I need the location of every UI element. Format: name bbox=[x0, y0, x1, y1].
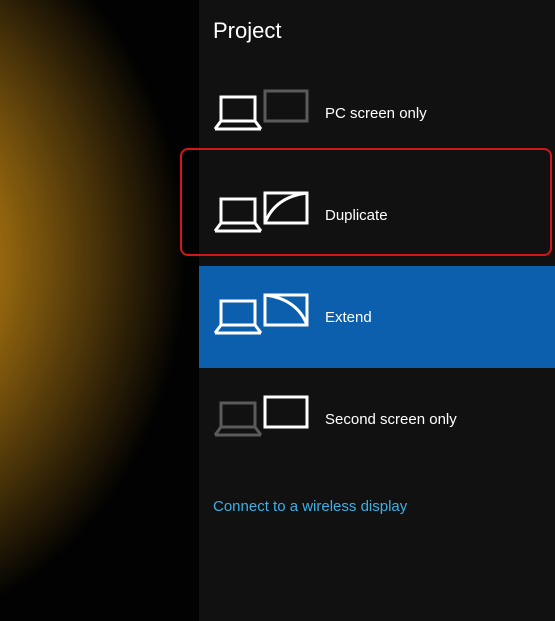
option-label: Duplicate bbox=[325, 207, 388, 224]
option-duplicate[interactable]: Duplicate bbox=[199, 164, 555, 266]
project-panel: Project PC screen only bbox=[198, 0, 555, 621]
panel-title: Project bbox=[199, 0, 555, 62]
connect-wireless-display-link[interactable]: Connect to a wireless display bbox=[213, 498, 407, 515]
option-pc-screen-only[interactable]: PC screen only bbox=[199, 62, 555, 164]
second-screen-only-icon bbox=[215, 397, 310, 441]
option-label: PC screen only bbox=[325, 105, 427, 122]
option-second-screen-only[interactable]: Second screen only bbox=[199, 368, 555, 470]
duplicate-icon bbox=[215, 193, 310, 237]
option-extend[interactable]: Extend bbox=[199, 266, 555, 368]
option-label: Second screen only bbox=[325, 411, 457, 428]
pc-screen-only-icon bbox=[215, 91, 310, 135]
option-label: Extend bbox=[325, 309, 372, 326]
extend-icon bbox=[215, 295, 310, 339]
